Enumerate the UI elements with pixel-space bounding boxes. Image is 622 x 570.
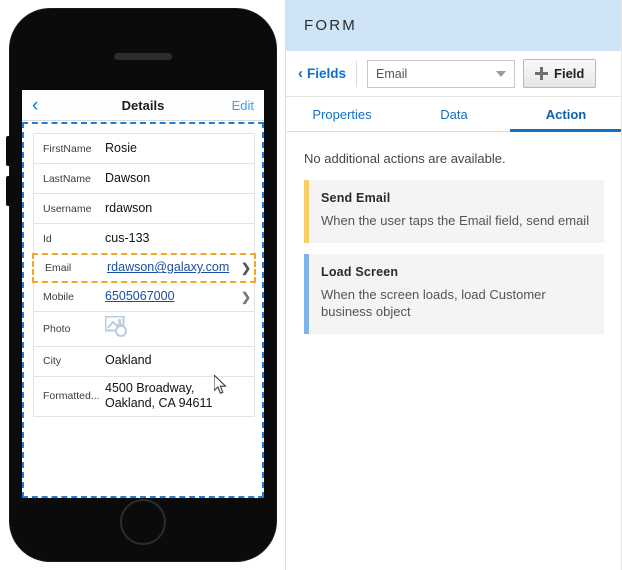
table-row[interactable]: FirstName Rosie <box>34 134 254 164</box>
empty-state-message: No additional actions are available. <box>304 151 506 166</box>
field-select-value: Email <box>376 66 408 81</box>
add-field-label: Field <box>554 66 585 81</box>
chevron-right-icon: ❯ <box>240 289 252 304</box>
phone-speaker-grille <box>114 53 172 60</box>
panel-header: FORM <box>286 0 622 51</box>
field-value: Rosie <box>105 140 137 155</box>
card-description: When the user taps the Email field, send… <box>321 213 590 228</box>
field-value-email[interactable]: rdawson@galaxy.com <box>107 256 238 280</box>
table-row[interactable]: Username rdawson <box>34 194 254 224</box>
phone-screen: ‹ Details Edit FirstName Rosie LastName … <box>22 90 264 498</box>
table-row[interactable]: Id cus-133 <box>34 224 254 254</box>
field-value-photo <box>104 312 254 346</box>
card-body: Load Screen When the screen loads, load … <box>309 254 604 334</box>
field-value: Oakland <box>105 353 152 368</box>
table-row-email-selected[interactable]: Email rdawson@galaxy.com ❯ <box>32 253 256 283</box>
field-label: Username <box>43 202 92 215</box>
phone-preview-pane: ‹ Details Edit FirstName Rosie LastName … <box>0 0 285 570</box>
field-value: rdawson <box>105 200 153 215</box>
edit-button[interactable]: Edit <box>232 98 254 113</box>
field-select-dropdown[interactable]: Email <box>367 59 516 88</box>
field-label: Mobile <box>43 290 74 303</box>
action-card-list: Send Email When the user taps the Email … <box>286 166 622 334</box>
field-value-mobile[interactable]: 6505067000 <box>105 285 238 309</box>
back-to-fields-label: Fields <box>307 66 347 81</box>
phone-volume-up-button <box>6 136 11 166</box>
plus-icon <box>535 67 549 80</box>
table-row[interactable]: City Oakland <box>34 347 254 377</box>
field-label: Photo <box>43 322 71 335</box>
field-value-address: 4500 Broadway, Oakland, CA 94611 <box>105 380 213 411</box>
chevron-left-icon: ‹ <box>298 65 303 82</box>
app-navbar: ‹ Details Edit <box>22 90 264 121</box>
action-card-send-email[interactable]: Send Email When the user taps the Email … <box>304 180 604 243</box>
phone-volume-down-button <box>6 176 11 206</box>
page-title: Details <box>121 97 165 113</box>
tab-data[interactable]: Data <box>398 97 510 131</box>
field-label: Email <box>45 262 72 274</box>
card-title: Load Screen <box>321 264 399 279</box>
field-label: LastName <box>43 172 91 185</box>
inspector-tabs: Properties Data Action <box>286 97 622 132</box>
chevron-down-icon <box>496 70 507 77</box>
mouse-pointer-icon <box>213 373 228 395</box>
field-label: City <box>43 355 62 368</box>
phone-home-button[interactable] <box>120 499 166 545</box>
form-canvas[interactable]: FirstName Rosie LastName Dawson Username… <box>22 122 264 498</box>
table-row[interactable]: Photo <box>34 312 254 347</box>
field-label: Id <box>43 232 52 245</box>
card-body: Send Email When the user taps the Email … <box>309 180 603 243</box>
tab-action[interactable]: Action <box>510 97 622 132</box>
field-label: FirstName <box>43 142 92 155</box>
broken-image-icon <box>104 315 130 337</box>
chevron-right-icon: ❯ <box>240 261 252 275</box>
back-to-fields-button[interactable]: ‹ Fields <box>298 65 346 82</box>
table-row[interactable]: Mobile 6505067000 ❯ <box>34 282 254 312</box>
card-title: Send Email <box>321 191 391 205</box>
inspector-toolbar: ‹ Fields Email Field <box>286 51 622 97</box>
field-value: cus-133 <box>105 230 150 245</box>
chevron-left-icon[interactable]: ‹ <box>32 96 38 115</box>
card-description: When the screen loads, load Customer bus… <box>321 286 546 320</box>
form-inspector-panel: FORM ‹ Fields Email Field Properties Dat… <box>285 0 622 570</box>
field-value: Dawson <box>105 170 151 185</box>
action-card-load-screen[interactable]: Load Screen When the screen loads, load … <box>304 253 604 334</box>
add-field-button[interactable]: Field <box>523 59 597 88</box>
panel-title: FORM <box>304 17 357 34</box>
toolbar-divider <box>356 60 358 87</box>
tab-properties[interactable]: Properties <box>286 97 398 131</box>
field-label: Formatted... <box>43 390 100 403</box>
table-row[interactable]: LastName Dawson <box>34 164 254 194</box>
